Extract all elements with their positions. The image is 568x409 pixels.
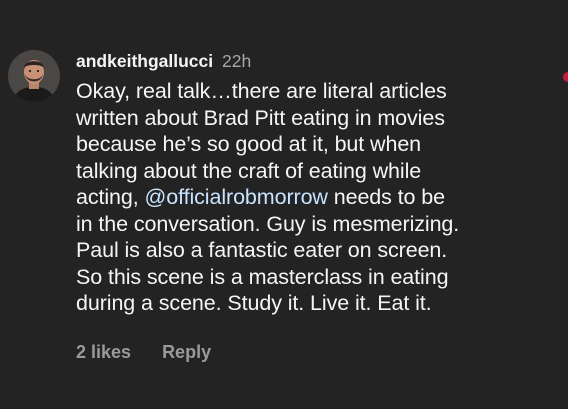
comment-text-line: in the conversation. Guy is mesmerizing. xyxy=(76,211,460,236)
username[interactable]: andkeithgallucci xyxy=(76,51,213,71)
comment-body: andkeithgallucci 22h Okay, real talk…the… xyxy=(76,49,546,317)
notification-dot xyxy=(563,72,568,82)
comment: andkeithgallucci 22h Okay, real talk…the… xyxy=(0,0,568,409)
comment-text: Okay, real talk…there are literal articl… xyxy=(76,78,546,317)
comment-text-line: written about Brad Pitt eating in movies xyxy=(76,105,445,130)
likes-count-button[interactable]: 2 likes xyxy=(76,340,131,364)
comment-header: andkeithgallucci 22h xyxy=(76,49,546,73)
comment-text-line: because he’s so good at it, but when xyxy=(76,132,422,156)
mention-link[interactable]: @officialrobmorrow xyxy=(145,185,328,209)
comment-text-line: So this scene is a masterclass in eating xyxy=(76,264,449,289)
timestamp: 22h xyxy=(222,51,252,71)
comment-text-fragment: acting, xyxy=(76,185,145,209)
avatar-photo xyxy=(8,50,60,102)
comment-actions: 2 likes Reply xyxy=(76,340,211,364)
comment-text-line: Okay, real talk…there are literal articl… xyxy=(76,79,447,103)
avatar[interactable] xyxy=(8,50,60,102)
comment-text-fragment: needs to be xyxy=(327,185,446,209)
comment-text-line: talking about the craft of eating while xyxy=(76,158,422,183)
comment-text-line: acting, @officialrobmorrow needs to be xyxy=(76,184,546,211)
comment-text-line: Paul is also a fantastic eater on screen… xyxy=(76,238,448,262)
comment-text-line: during a scene. Study it. Live it. Eat i… xyxy=(76,291,432,315)
reply-button[interactable]: Reply xyxy=(162,340,211,364)
